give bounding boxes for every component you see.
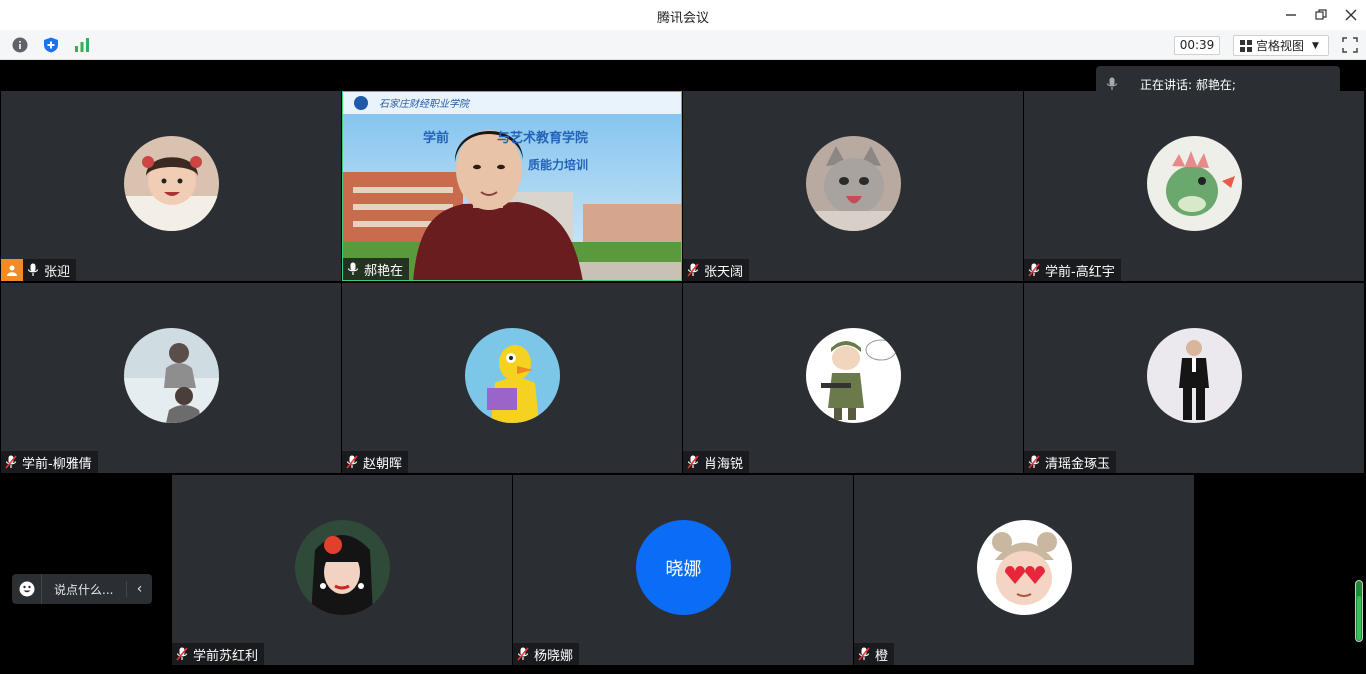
participant-name: 学前-柳雅倩 [22, 456, 92, 472]
avatar [295, 520, 390, 615]
avatar [1147, 328, 1242, 423]
avatar-initials: 晓娜 [636, 520, 731, 615]
participant-name: 张天阔 [704, 264, 744, 280]
participant-tile[interactable]: 赵朝晖 [342, 283, 682, 473]
avatar [806, 328, 901, 423]
avatar [806, 136, 901, 231]
avatar [124, 328, 219, 423]
grid-view-icon [1240, 39, 1252, 52]
participant-name: 橙 [875, 648, 889, 664]
close-button[interactable] [1340, 5, 1362, 25]
slide-title-line1-start: 学前 [423, 131, 450, 146]
participant-nametag: 杨晓娜 [513, 643, 580, 665]
collapse-chevron-left-icon[interactable]: ‹ [126, 581, 152, 597]
participant-nametag: 橙 [854, 643, 895, 665]
window-title: 腾讯会议 [656, 11, 709, 26]
fullscreen-icon[interactable] [1342, 37, 1358, 53]
avatar [1147, 136, 1242, 231]
volume-level-indicator [1355, 580, 1363, 642]
participant-name: 赵朝晖 [363, 456, 403, 472]
participant-tile[interactable]: 肖海锐 [683, 283, 1023, 473]
view-mode-label: 宫格视图 [1256, 39, 1305, 53]
meeting-timer: 00:39 [1174, 36, 1220, 55]
microphone-muted-icon [5, 455, 17, 469]
avatar [465, 328, 560, 423]
participant-name: 杨晓娜 [534, 648, 574, 664]
participant-tile[interactable]: 学前-柳雅倩 [1, 283, 341, 473]
participant-name: 肖海锐 [704, 456, 744, 472]
microphone-muted-icon [687, 455, 699, 469]
avatar: 晓娜 [636, 520, 731, 615]
participant-nametag: 张天阔 [683, 259, 750, 281]
participant-name: 清瑶金琢玉 [1045, 456, 1111, 472]
microphone-muted-icon [176, 647, 188, 661]
smile-icon [19, 581, 34, 597]
microphone-muted-icon [1028, 263, 1040, 277]
chat-placeholder[interactable]: 说点什么... [42, 581, 126, 598]
participant-tile[interactable]: 清瑶金琢玉 [1024, 283, 1364, 473]
participant-nametag: 赵朝晖 [342, 451, 409, 473]
microphone-icon [1106, 77, 1118, 90]
participant-nametag: 肖海锐 [683, 451, 750, 473]
participant-name: 学前苏红利 [193, 648, 259, 664]
microphone-muted-icon [517, 647, 529, 661]
minimize-button[interactable] [1280, 5, 1302, 25]
microphone-icon [347, 262, 359, 275]
avatar [977, 520, 1072, 615]
slide-school-name: 石家庄财经职业学院 [379, 99, 469, 110]
participant-tile[interactable]: 晓娜 杨晓娜 [513, 475, 853, 665]
emoji-button[interactable] [12, 574, 42, 604]
participant-nametag: 张迎 [1, 259, 77, 281]
chat-input-box[interactable]: 说点什么... ‹ [12, 574, 152, 604]
microphone-icon [27, 263, 39, 276]
participant-nametag: 学前-柳雅倩 [1, 451, 98, 473]
participant-nametag: 清瑶金琢玉 [1024, 451, 1117, 473]
minimize-icon [1286, 14, 1296, 16]
avatar [124, 136, 219, 231]
view-mode-button[interactable]: 宫格视图 ▼ [1233, 35, 1329, 56]
microphone-muted-icon [687, 263, 699, 277]
participant-nametag: 学前苏红利 [172, 643, 265, 665]
participant-name: 学前-高红宇 [1045, 264, 1115, 280]
video-feed [343, 92, 681, 280]
meeting-toolbar: 00:39 宫格视图 ▼ [0, 30, 1366, 60]
close-icon [1345, 9, 1357, 21]
video-stage: 正在讲话: 郝艳在; 张迎 石家庄财经职业学院 学前 与艺术教育学院 质能力培训… [0, 60, 1366, 674]
participant-tile-active-video[interactable]: 石家庄财经职业学院 学前 与艺术教育学院 质能力培训 郝艳在 [342, 91, 682, 281]
participant-tile[interactable]: 学前苏红利 [172, 475, 512, 665]
network-signal-icon[interactable] [74, 37, 90, 53]
participant-name: 张迎 [44, 264, 71, 280]
slide-title-line1-end: 与艺术教育学院 [497, 131, 589, 146]
participant-nametag: 郝艳在 [343, 258, 410, 280]
user-icon [7, 265, 17, 276]
restore-icon [1315, 9, 1327, 20]
microphone-muted-icon [858, 647, 870, 661]
participant-name: 郝艳在 [364, 263, 404, 279]
participant-tile[interactable]: 学前-高红宇 [1024, 91, 1364, 281]
info-icon[interactable] [12, 37, 28, 53]
participant-tile[interactable]: 橙 [854, 475, 1194, 665]
microphone-muted-icon [346, 455, 358, 469]
host-badge [1, 259, 23, 281]
slide-title-line1: 学前 与艺术教育学院 [423, 127, 588, 146]
participant-nametag: 学前-高红宇 [1024, 259, 1121, 281]
restore-button[interactable] [1310, 5, 1332, 25]
slide-title-line2: 质能力培训 [528, 158, 589, 172]
speaking-text: 正在讲话: 郝艳在; [1140, 77, 1236, 92]
chevron-down-icon: ▼ [1312, 40, 1319, 51]
microphone-muted-icon [1028, 455, 1040, 469]
title-bar: 腾讯会议 [0, 0, 1366, 30]
security-shield-icon[interactable] [43, 37, 59, 53]
participant-tile[interactable]: 张迎 [1, 91, 341, 281]
participant-tile[interactable]: 张天阔 [683, 91, 1023, 281]
